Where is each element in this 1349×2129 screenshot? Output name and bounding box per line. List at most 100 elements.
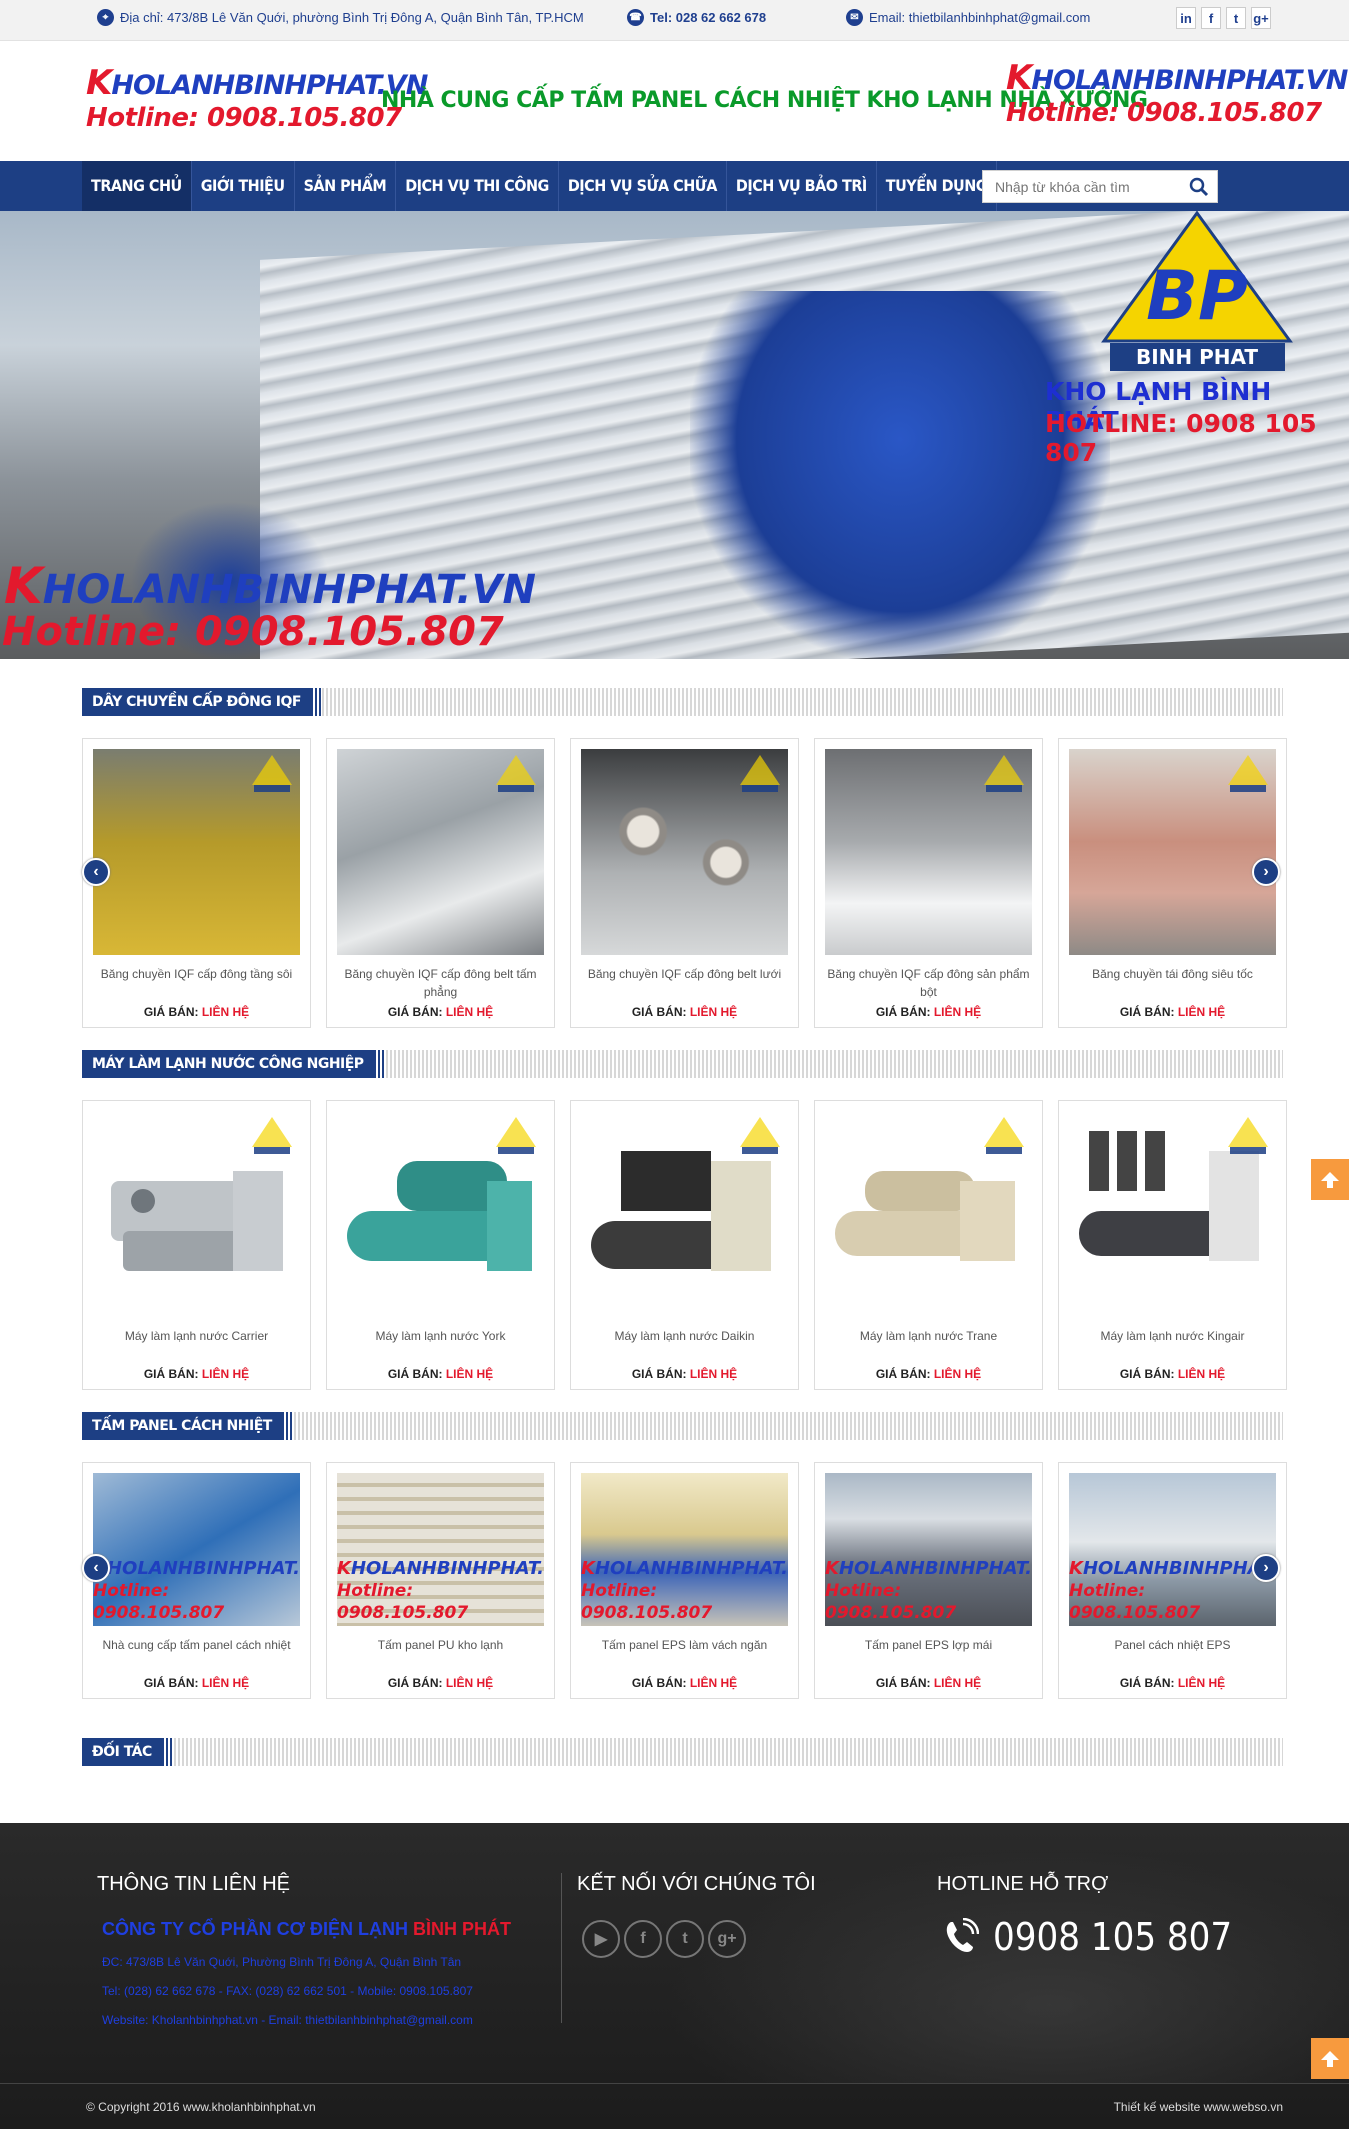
section-title[interactable]: DÂY CHUYỀN CẤP ĐÔNG IQF: [82, 688, 321, 716]
footer-contact-title: THÔNG TIN LIÊN HỆ: [97, 1873, 290, 1895]
nav-home[interactable]: TRANG CHỦ: [82, 161, 192, 211]
product-card[interactable]: KHOLANHBINHPHAT.VNHotline: 0908.105.807 …: [1058, 1462, 1287, 1699]
product-name[interactable]: Máy làm lạnh nước York: [327, 1327, 554, 1363]
product-name[interactable]: Máy làm lạnh nước Daikin: [571, 1327, 798, 1363]
section-title[interactable]: ĐỐI TÁC: [82, 1738, 172, 1766]
chevron-left-icon[interactable]: ‹: [82, 1554, 110, 1582]
price-value[interactable]: LIÊN HỆ: [1178, 1367, 1225, 1381]
facebook-icon[interactable]: f: [1201, 7, 1221, 29]
product-image[interactable]: [581, 1111, 788, 1317]
scroll-top-button[interactable]: [1311, 1159, 1349, 1200]
price-value[interactable]: LIÊN HỆ: [446, 1676, 493, 1690]
product-image[interactable]: [581, 749, 788, 955]
product-name[interactable]: Băng chuyền IQF cấp đông tầng sôi: [83, 965, 310, 1001]
product-image[interactable]: KHOLANHBINHPHAT.VNHotline: 0908.105.807: [581, 1473, 788, 1626]
price-value[interactable]: LIÊN HỆ: [934, 1676, 981, 1690]
top-bar: ⌖ Địa chỉ: 473/8B Lê Văn Quới, phường Bì…: [0, 0, 1349, 41]
price-value[interactable]: LIÊN HỆ: [202, 1676, 249, 1690]
product-card[interactable]: KHOLANHBINHPHAT.VNHotline: 0908.105.807 …: [570, 1462, 799, 1699]
banner-logo: KHOLANHBINHPHAT.VN: [4, 557, 536, 615]
product-name[interactable]: Băng chuyền IQF cấp đông sản phẩm bột: [815, 965, 1042, 1001]
product-image[interactable]: [825, 749, 1032, 955]
product-card[interactable]: Máy làm lạnh nước Carrier GIÁ BÁN: LIÊN …: [82, 1100, 311, 1390]
nav-maintenance-service[interactable]: DỊCH VỤ BẢO TRÌ: [727, 161, 877, 211]
section-water-chillers: MÁY LÀM LẠNH NƯỚC CÔNG NGHIỆP Máy làm lạ…: [82, 1050, 1287, 1390]
site-logo-right[interactable]: KHOLANHBINHPHAT.VN Hotline: 0908.105.807: [1006, 58, 1348, 128]
site-logo-left[interactable]: KHOLANHBINHPHAT.VN Hotline: 0908.105.807: [86, 63, 428, 133]
product-image[interactable]: [337, 1111, 544, 1317]
price-value[interactable]: LIÊN HỆ: [690, 1367, 737, 1381]
product-card[interactable]: Băng chuyền IQF cấp đông belt tấm phẳng …: [326, 738, 555, 1028]
price-value[interactable]: LIÊN HỆ: [934, 1005, 981, 1019]
product-name[interactable]: Băng chuyền tái đông siêu tốc: [1059, 965, 1286, 1001]
footer-hotline[interactable]: 0908 105 807: [943, 1915, 1232, 1959]
search-icon[interactable]: [1189, 177, 1209, 197]
price-label: GIÁ BÁN:: [387, 1367, 443, 1381]
linkedin-icon[interactable]: in: [1176, 7, 1196, 29]
footer-website[interactable]: Website: Kholanhbinhphat.vn - Email: thi…: [102, 2013, 473, 2027]
email-text[interactable]: Email: thietbilanhbinhphat@gmail.com: [869, 10, 1090, 25]
product-image[interactable]: [93, 1111, 300, 1317]
section-title[interactable]: MÁY LÀM LẠNH NƯỚC CÔNG NGHIỆP: [82, 1050, 384, 1078]
hero-banner[interactable]: BP BINH PHAT KHO LẠNH BÌNH PHÁT HOTLINE:…: [0, 211, 1349, 659]
product-name[interactable]: Tấm panel EPS làm vách ngăn: [571, 1636, 798, 1672]
price-value[interactable]: LIÊN HỆ: [934, 1367, 981, 1381]
watermark-icon: [252, 1117, 292, 1154]
product-image[interactable]: [825, 1111, 1032, 1317]
product-name[interactable]: Máy làm lạnh nước Kingair: [1059, 1327, 1286, 1363]
price-value[interactable]: LIÊN HỆ: [446, 1005, 493, 1019]
nav-about[interactable]: GIỚI THIỆU: [192, 161, 295, 211]
chevron-right-icon[interactable]: ›: [1252, 858, 1280, 886]
product-image[interactable]: KHOLANHBINHPHAT.VNHotline: 0908.105.807: [337, 1473, 544, 1626]
product-card[interactable]: Máy làm lạnh nước Kingair GIÁ BÁN: LIÊN …: [1058, 1100, 1287, 1390]
product-image[interactable]: [1069, 1111, 1276, 1317]
product-card[interactable]: KHOLANHBINHPHAT.VNHotline: 0908.105.807 …: [814, 1462, 1043, 1699]
scroll-top-button[interactable]: [1311, 2038, 1349, 2079]
twitter-icon[interactable]: t: [666, 1920, 704, 1958]
section-title[interactable]: TẤM PANEL CÁCH NHIỆT: [82, 1412, 292, 1440]
product-name[interactable]: Panel cách nhiệt EPS: [1059, 1636, 1286, 1672]
product-card[interactable]: Máy làm lạnh nước Daikin GIÁ BÁN: LIÊN H…: [570, 1100, 799, 1390]
nav-recruitment[interactable]: TUYỂN DỤNG: [877, 161, 998, 211]
price-value[interactable]: LIÊN HỆ: [690, 1676, 737, 1690]
product-card[interactable]: Băng chuyền IQF cấp đông belt lưới GIÁ B…: [570, 738, 799, 1028]
twitter-icon[interactable]: t: [1226, 7, 1246, 29]
product-card[interactable]: KHOLANHBINHPHAT.VNHotline: 0908.105.807 …: [326, 1462, 555, 1699]
nav-products[interactable]: SẢN PHẨM: [295, 161, 397, 211]
facebook-icon[interactable]: f: [624, 1920, 662, 1958]
product-image[interactable]: KHOLANHBINHPHAT.VNHotline: 0908.105.807: [825, 1473, 1032, 1626]
product-name[interactable]: Tấm panel PU kho lạnh: [327, 1636, 554, 1672]
price-value[interactable]: LIÊN HỆ: [1178, 1005, 1225, 1019]
product-image[interactable]: [93, 749, 300, 955]
product-image[interactable]: [1069, 749, 1276, 955]
product-card[interactable]: Băng chuyền IQF cấp đông tầng sôi GIÁ BÁ…: [82, 738, 311, 1028]
price-value[interactable]: LIÊN HỆ: [202, 1005, 249, 1019]
designer-credit[interactable]: Thiết kế website www.webso.vn: [1114, 2100, 1283, 2114]
chevron-right-icon[interactable]: ›: [1252, 1554, 1280, 1582]
google-plus-icon[interactable]: g+: [1251, 7, 1271, 29]
product-image[interactable]: KHOLANHBINHPHAT.VNHotline: 0908.105.807: [93, 1473, 300, 1626]
youtube-icon[interactable]: ▶: [582, 1920, 620, 1958]
product-name[interactable]: Máy làm lạnh nước Carrier: [83, 1327, 310, 1363]
price-value[interactable]: LIÊN HỆ: [446, 1367, 493, 1381]
product-name[interactable]: Băng chuyền IQF cấp đông belt lưới: [571, 965, 798, 1001]
price-value[interactable]: LIÊN HỆ: [1178, 1676, 1225, 1690]
nav-construction-service[interactable]: DỊCH VỤ THI CÔNG: [396, 161, 559, 211]
product-name[interactable]: Tấm panel EPS lợp mái: [815, 1636, 1042, 1672]
product-card[interactable]: Máy làm lạnh nước Trane GIÁ BÁN: LIÊN HỆ: [814, 1100, 1043, 1390]
google-plus-icon[interactable]: g+: [708, 1920, 746, 1958]
nav-repair-service[interactable]: DỊCH VỤ SỬA CHỮA: [559, 161, 727, 211]
product-card[interactable]: Máy làm lạnh nước York GIÁ BÁN: LIÊN HỆ: [326, 1100, 555, 1390]
product-name[interactable]: Băng chuyền IQF cấp đông belt tấm phẳng: [327, 965, 554, 1001]
product-image[interactable]: KHOLANHBINHPHAT.VNHotline: 0908.105.807: [1069, 1473, 1276, 1626]
product-image[interactable]: [337, 749, 544, 955]
chevron-left-icon[interactable]: ‹: [82, 858, 110, 886]
price-value[interactable]: LIÊN HỆ: [202, 1367, 249, 1381]
product-card[interactable]: Băng chuyền IQF cấp đông sản phẩm bột GI…: [814, 738, 1043, 1028]
search-input[interactable]: [983, 171, 1173, 202]
price-value[interactable]: LIÊN HỆ: [690, 1005, 737, 1019]
product-card[interactable]: KHOLANHBINHPHAT.VNHotline: 0908.105.807 …: [82, 1462, 311, 1699]
product-name[interactable]: Máy làm lạnh nước Trane: [815, 1327, 1042, 1363]
product-name[interactable]: Nhà cung cấp tấm panel cách nhiệt: [83, 1636, 310, 1672]
product-card[interactable]: Băng chuyền tái đông siêu tốc GIÁ BÁN: L…: [1058, 738, 1287, 1028]
